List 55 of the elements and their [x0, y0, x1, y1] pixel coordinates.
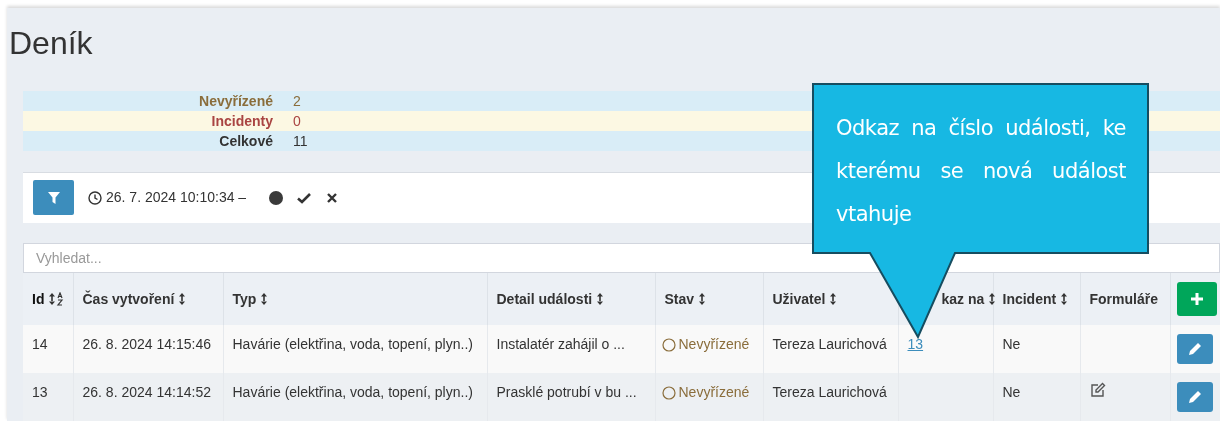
column-header[interactable]: Uživatel — [772, 288, 826, 310]
filter-icon — [46, 190, 61, 205]
id-cell: 13 — [32, 384, 48, 400]
edit-button[interactable] — [1176, 334, 1213, 364]
id-cell: 14 — [32, 336, 48, 352]
summary-value: 11 — [293, 131, 308, 151]
sort-ascending-icon[interactable] — [48, 292, 65, 306]
sort-icon[interactable] — [988, 292, 997, 306]
edit-button[interactable] — [1176, 382, 1213, 412]
date-range: 26. 7. 2024 10:10:34 – — [106, 188, 247, 208]
type-cell: Havárie (elektřina, voda, topení, plyn..) — [232, 384, 473, 400]
summary-label: Nevyřízené — [198, 91, 273, 111]
user-cell: Tereza Laurichová — [772, 384, 887, 400]
sort-icon[interactable] — [596, 292, 605, 306]
sort-icon[interactable] — [829, 292, 838, 306]
status-circle-icon — [661, 385, 676, 400]
sort-icon[interactable] — [698, 292, 707, 306]
column-header[interactable]: Id — [32, 288, 45, 310]
clock-icon — [88, 190, 102, 205]
summary-label: Incidenty — [210, 111, 273, 131]
date-cell: 26. 8. 2024 14:15:46 — [82, 336, 211, 352]
event-link[interactable]: 13 — [907, 336, 924, 352]
column-header[interactable]: Incident — [1002, 288, 1057, 310]
status-text: Nevyřízené — [678, 383, 750, 402]
detail-cell: Instalatér zahájil o ... — [496, 336, 625, 352]
status-circle-icon — [661, 337, 676, 352]
column-header[interactable]: Čas vytvoření — [82, 288, 175, 310]
column-header[interactable]: Detail události — [496, 288, 593, 310]
add-button[interactable] — [1176, 282, 1217, 316]
edit-form-icon[interactable] — [1089, 382, 1106, 398]
sort-icon[interactable] — [178, 292, 187, 306]
plus-icon — [1189, 292, 1204, 306]
incident-cell: Ne — [1002, 384, 1021, 400]
column-header[interactable]: kaz na — [941, 288, 985, 310]
status-text: Nevyřízené — [678, 335, 750, 354]
page-title: Deník — [9, 27, 93, 59]
status-dot-icon[interactable] — [268, 189, 285, 206]
summary-value: 0 — [293, 111, 301, 131]
pencil-icon — [1187, 342, 1202, 356]
summary-value: 2 — [293, 91, 301, 111]
sort-icon[interactable] — [1060, 292, 1069, 306]
search-field[interactable]: Vyhledat... — [24, 243, 1219, 272]
callout-text: Odkaz na číslo události, ke kterému se nová událost vtahuje — [836, 115, 1126, 228]
column-header[interactable]: Stav — [664, 288, 695, 310]
detail-cell: Prasklé potrubí v bu ... — [496, 384, 637, 400]
column-header[interactable]: Formuláře — [1089, 288, 1158, 310]
incident-cell: Ne — [1002, 336, 1021, 352]
type-cell: Havárie (elektřina, voda, topení, plyn..) — [232, 336, 473, 352]
filter-button[interactable] — [33, 180, 74, 216]
date-cell: 26. 8. 2024 14:14:52 — [82, 384, 211, 400]
pencil-icon — [1187, 390, 1202, 404]
summary-label: Celkové — [218, 131, 273, 151]
user-cell: Tereza Laurichová — [772, 336, 887, 352]
column-header[interactable]: Typ — [232, 288, 257, 310]
sort-icon[interactable] — [260, 292, 269, 306]
